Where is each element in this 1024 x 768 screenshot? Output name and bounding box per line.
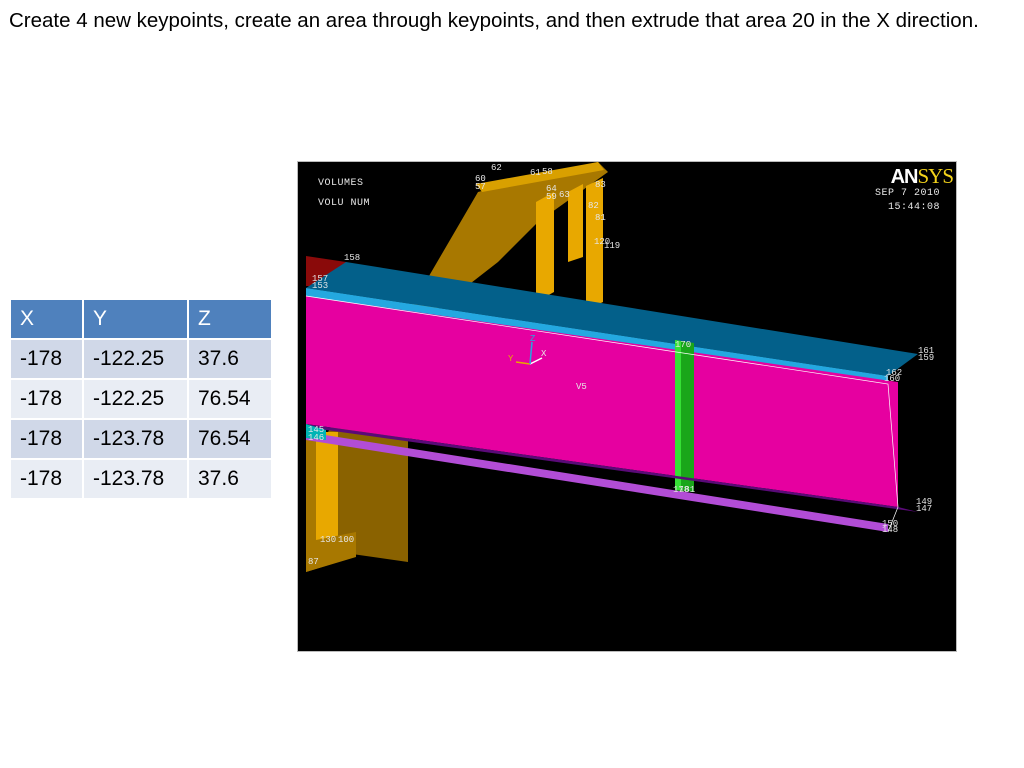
logo-sys: SYS bbox=[917, 164, 954, 188]
plot-title: VOLUMES bbox=[318, 178, 364, 189]
instruction-text: Create 4 new keypoints, create an area t… bbox=[9, 9, 979, 32]
column-header-x: X bbox=[9, 298, 84, 340]
kp-label: 181 bbox=[679, 485, 695, 495]
ansys-graphics-viewport[interactable]: 62 61 58 60 57 64 59 63 83 82 81 120 119… bbox=[297, 161, 957, 652]
keypoint-table: X Y Z -178 -122.25 37.6 -178 -122.25 76.… bbox=[9, 298, 273, 500]
kp-label: 146 bbox=[308, 433, 324, 443]
kp-label: 158 bbox=[344, 253, 360, 263]
kp-label: 63 bbox=[559, 190, 570, 200]
volume-label: V5 bbox=[576, 382, 587, 392]
kp-label: 153 bbox=[312, 281, 328, 291]
gold-column-face bbox=[316, 432, 338, 552]
kp-label: 147 bbox=[916, 504, 932, 514]
kp-label: 61 bbox=[530, 168, 541, 178]
kp-label: 59 bbox=[546, 192, 557, 202]
kp-label: 119 bbox=[604, 241, 620, 251]
kp-label: 87 bbox=[308, 557, 319, 567]
column-header-y: Y bbox=[82, 298, 189, 340]
table-row: -178 -122.25 37.6 bbox=[9, 338, 273, 380]
table-cell: -178 bbox=[9, 458, 84, 500]
table-cell: 37.6 bbox=[187, 458, 273, 500]
kp-label: 81 bbox=[595, 213, 606, 223]
kp-label: 83 bbox=[595, 180, 606, 190]
column-header-z: Z bbox=[187, 298, 273, 340]
logo-an: AN bbox=[890, 166, 919, 188]
table-row: -178 -123.78 76.54 bbox=[9, 418, 273, 460]
table-cell: 76.54 bbox=[187, 378, 273, 420]
axis-y-label: Y bbox=[508, 354, 514, 364]
kp-label: 160 bbox=[884, 374, 900, 384]
table-cell: 37.6 bbox=[187, 338, 273, 380]
plot-time: 15:44:08 bbox=[887, 202, 940, 213]
gold-post bbox=[536, 192, 554, 302]
table-cell: 76.54 bbox=[187, 418, 273, 460]
plot-subtitle: VOLU NUM bbox=[318, 198, 371, 209]
kp-label: 62 bbox=[491, 163, 502, 173]
table-cell: -122.25 bbox=[82, 378, 189, 420]
stiffener-edge bbox=[675, 340, 681, 491]
table-cell: -123.78 bbox=[82, 458, 189, 500]
plot-date: SEP 7 2010 bbox=[874, 188, 940, 199]
table-cell: -123.78 bbox=[82, 418, 189, 460]
kp-label: 159 bbox=[918, 353, 934, 363]
kp-label: 148 bbox=[882, 525, 898, 535]
gold-post-2 bbox=[568, 184, 583, 262]
table-cell: -178 bbox=[9, 378, 84, 420]
axis-x-label: X bbox=[541, 349, 547, 359]
kp-label: 57 bbox=[475, 182, 486, 192]
table-header-row: X Y Z bbox=[9, 298, 273, 340]
ansys-logo: ANSYS bbox=[890, 164, 954, 189]
table-row: -178 -122.25 76.54 bbox=[9, 378, 273, 420]
kp-label: 82 bbox=[588, 201, 599, 211]
axis-z-label: Z bbox=[530, 334, 536, 344]
kp-label: 58 bbox=[542, 167, 553, 177]
ansys-model-render: 62 61 58 60 57 64 59 63 83 82 81 120 119… bbox=[305, 162, 934, 572]
kp-label: 100 bbox=[338, 535, 354, 545]
table-cell: -122.25 bbox=[82, 338, 189, 380]
kp-label: 170 bbox=[675, 340, 691, 350]
table-cell: -178 bbox=[9, 338, 84, 380]
table-row: -178 -123.78 37.6 bbox=[9, 458, 273, 500]
table-cell: -178 bbox=[9, 418, 84, 460]
kp-label: 130 bbox=[320, 535, 336, 545]
